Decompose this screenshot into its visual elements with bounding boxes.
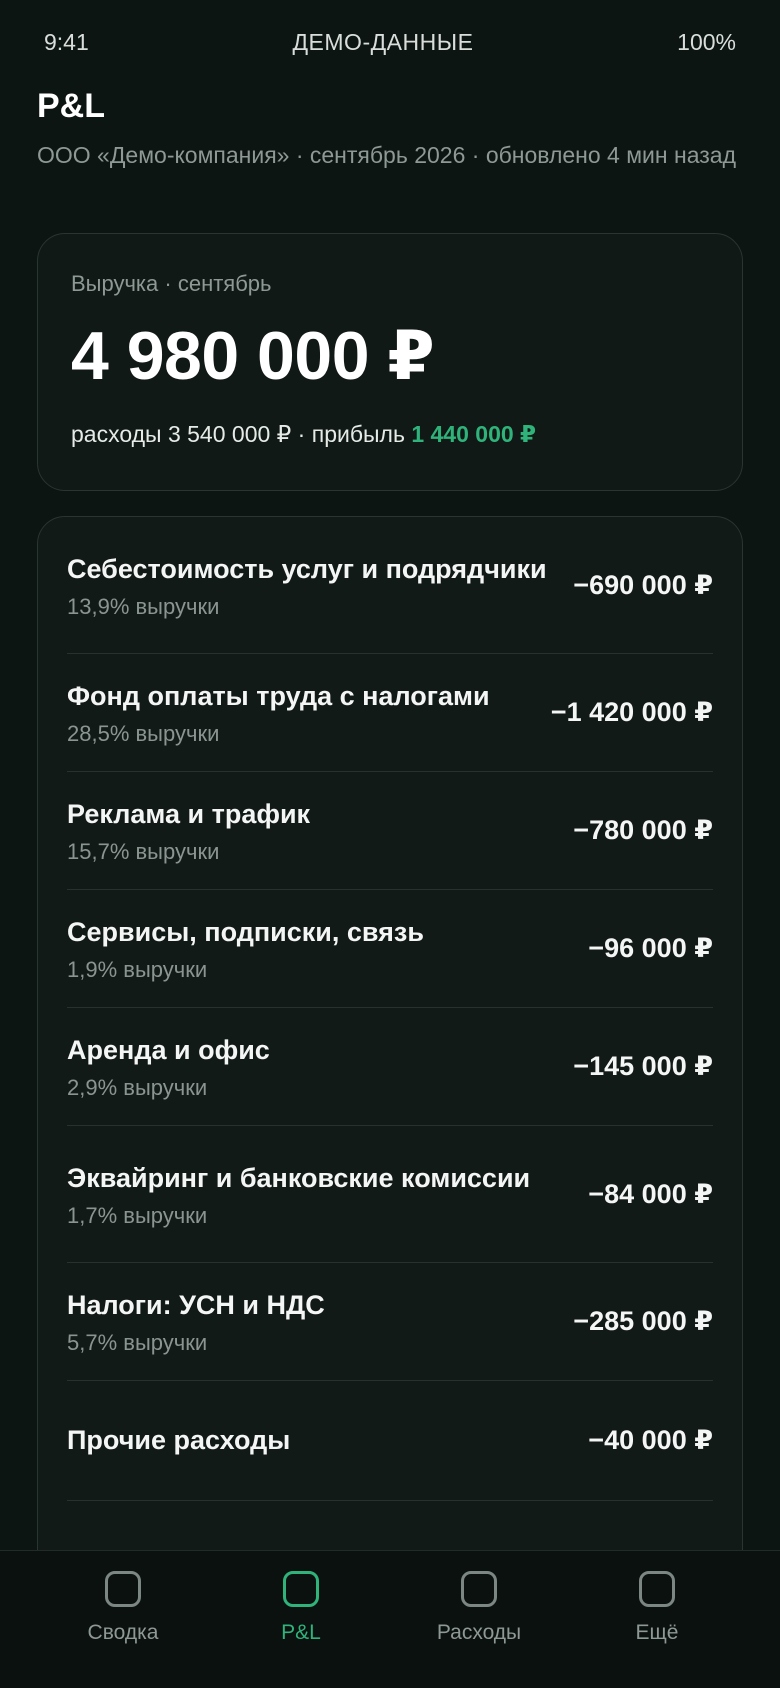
expense-list: Себестоимость услуг и подрядчики 13,9% вы…: [37, 516, 743, 1688]
expense-share: 1,9% выручки: [67, 957, 208, 982]
status-demo-label: ДЕМО-ДАННЫЕ: [292, 28, 474, 55]
expense-row-text: Аренда и офис 2,9% выручки: [67, 1030, 573, 1103]
page-subtitle: ООО «Демо-компания» · сентябрь 2026 · об…: [37, 142, 736, 168]
expense-row-text: Себестоимость услуг и подрядчики 13,9% вы…: [67, 549, 573, 622]
expense-title: Эквайринг и банковские комиссии: [67, 1162, 531, 1193]
expense-share: 15,7% выручки: [67, 839, 220, 864]
expense-amount: −145 000 ₽: [573, 1051, 713, 1081]
tab-summary[interactable]: Сводка: [48, 1551, 198, 1645]
more-icon: [639, 1571, 675, 1607]
expense-amount: −96 000 ₽: [588, 933, 713, 963]
summary-footer: расходы 3 540 000 ₽ · прибыль 1 440 000 …: [71, 418, 709, 450]
expense-row[interactable]: Эквайринг и банковские комиссии 1,7% выру…: [67, 1126, 713, 1263]
expense-share: 28,5% выручки: [67, 721, 220, 746]
expense-title: Фонд оплаты труда с налогами: [67, 681, 490, 711]
expense-title: Аренда и офис: [67, 1035, 270, 1065]
expense-title: Себестоимость услуг и подрядчики: [67, 553, 547, 584]
pnl-screen: 9:41 ДЕМО-ДАННЫЕ 100% P&L ООО «Демо-комп…: [0, 0, 780, 1688]
expense-amount: −1 420 000 ₽: [550, 697, 713, 727]
expense-row-text: Эквайринг и банковские комиссии 1,7% выру…: [67, 1158, 588, 1231]
expense-share: 5,7% выручки: [67, 1330, 208, 1355]
expense-title: Реклама и трафик: [67, 799, 311, 829]
revenue-summary-card[interactable]: Выручка · сентябрь 4 980 000 ₽ расходы 3…: [37, 233, 743, 491]
status-time: 9:41: [44, 28, 89, 55]
status-battery: 100%: [677, 28, 736, 55]
expense-row[interactable]: Фонд оплаты труда с налогами 28,5% выручк…: [67, 654, 713, 772]
expense-row[interactable]: Сервисы, подписки, связь 1,9% выручки −96 …: [67, 890, 713, 1008]
expense-row-text: Прочие расходы: [67, 1420, 588, 1461]
expense-amount: −84 000 ₽: [588, 1178, 713, 1209]
expense-amount: −285 000 ₽: [573, 1306, 713, 1336]
tab-label: Расходы: [436, 1621, 522, 1644]
page-header: P&L ООО «Демо-компания» · сентябрь 2026 …: [37, 86, 743, 172]
expense-share: 1,7% выручки: [67, 1202, 208, 1228]
expense-share: 13,9% выручки: [67, 593, 220, 619]
expense-title: Сервисы, подписки, связь: [67, 917, 424, 947]
revenue-label: Выручка · сентябрь: [71, 271, 272, 296]
expense-row[interactable]: Реклама и трафик 15,7% выручки −780 000 ₽: [67, 772, 713, 890]
tab-bar: Сводка P&L Расходы Ещё: [0, 1550, 780, 1688]
expense-row-text: Сервисы, подписки, связь 1,9% выручки: [67, 912, 588, 985]
tab-expenses[interactable]: Расходы: [404, 1551, 554, 1645]
profit-value: 1 440 000 ₽: [411, 421, 537, 447]
expenses-icon: [461, 1571, 497, 1607]
expense-amount: −40 000 ₽: [588, 1425, 713, 1455]
expense-title: Прочие расходы: [67, 1425, 291, 1455]
expense-share: 2,9% выручки: [67, 1075, 208, 1100]
expense-row-text: Налоги: УСН и НДС 5,7% выручки: [67, 1285, 573, 1358]
page-title: P&L: [37, 87, 105, 125]
expense-row-text: Реклама и трафик 15,7% выручки: [67, 794, 573, 867]
expense-amount: −690 000 ₽: [573, 569, 713, 600]
expense-row[interactable]: Себестоимость услуг и подрядчики 13,9% вы…: [67, 517, 713, 654]
summary-icon: [105, 1571, 141, 1607]
pnl-icon: [283, 1571, 319, 1607]
expense-row[interactable]: Прочие расходы −40 000 ₽: [67, 1381, 713, 1501]
expense-row[interactable]: Налоги: УСН и НДС 5,7% выручки −285 000 ₽: [67, 1263, 713, 1381]
status-bar: 9:41 ДЕМО-ДАННЫЕ 100%: [0, 0, 780, 84]
tab-label: Сводка: [87, 1621, 159, 1644]
tab-more[interactable]: Ещё: [582, 1551, 732, 1645]
revenue-value: 4 980 000 ₽: [71, 318, 435, 394]
expenses-summary: расходы 3 540 000 ₽ · прибыль: [71, 421, 412, 447]
tab-pnl[interactable]: P&L: [226, 1551, 376, 1645]
expense-row[interactable]: Аренда и офис 2,9% выручки −145 000 ₽: [67, 1008, 713, 1126]
tab-label: Ещё: [635, 1621, 679, 1644]
expense-amount: −780 000 ₽: [573, 815, 713, 845]
expense-title: Налоги: УСН и НДС: [67, 1290, 325, 1320]
tab-label: P&L: [281, 1621, 321, 1644]
expense-row-text: Фонд оплаты труда с налогами 28,5% выручк…: [67, 676, 551, 749]
